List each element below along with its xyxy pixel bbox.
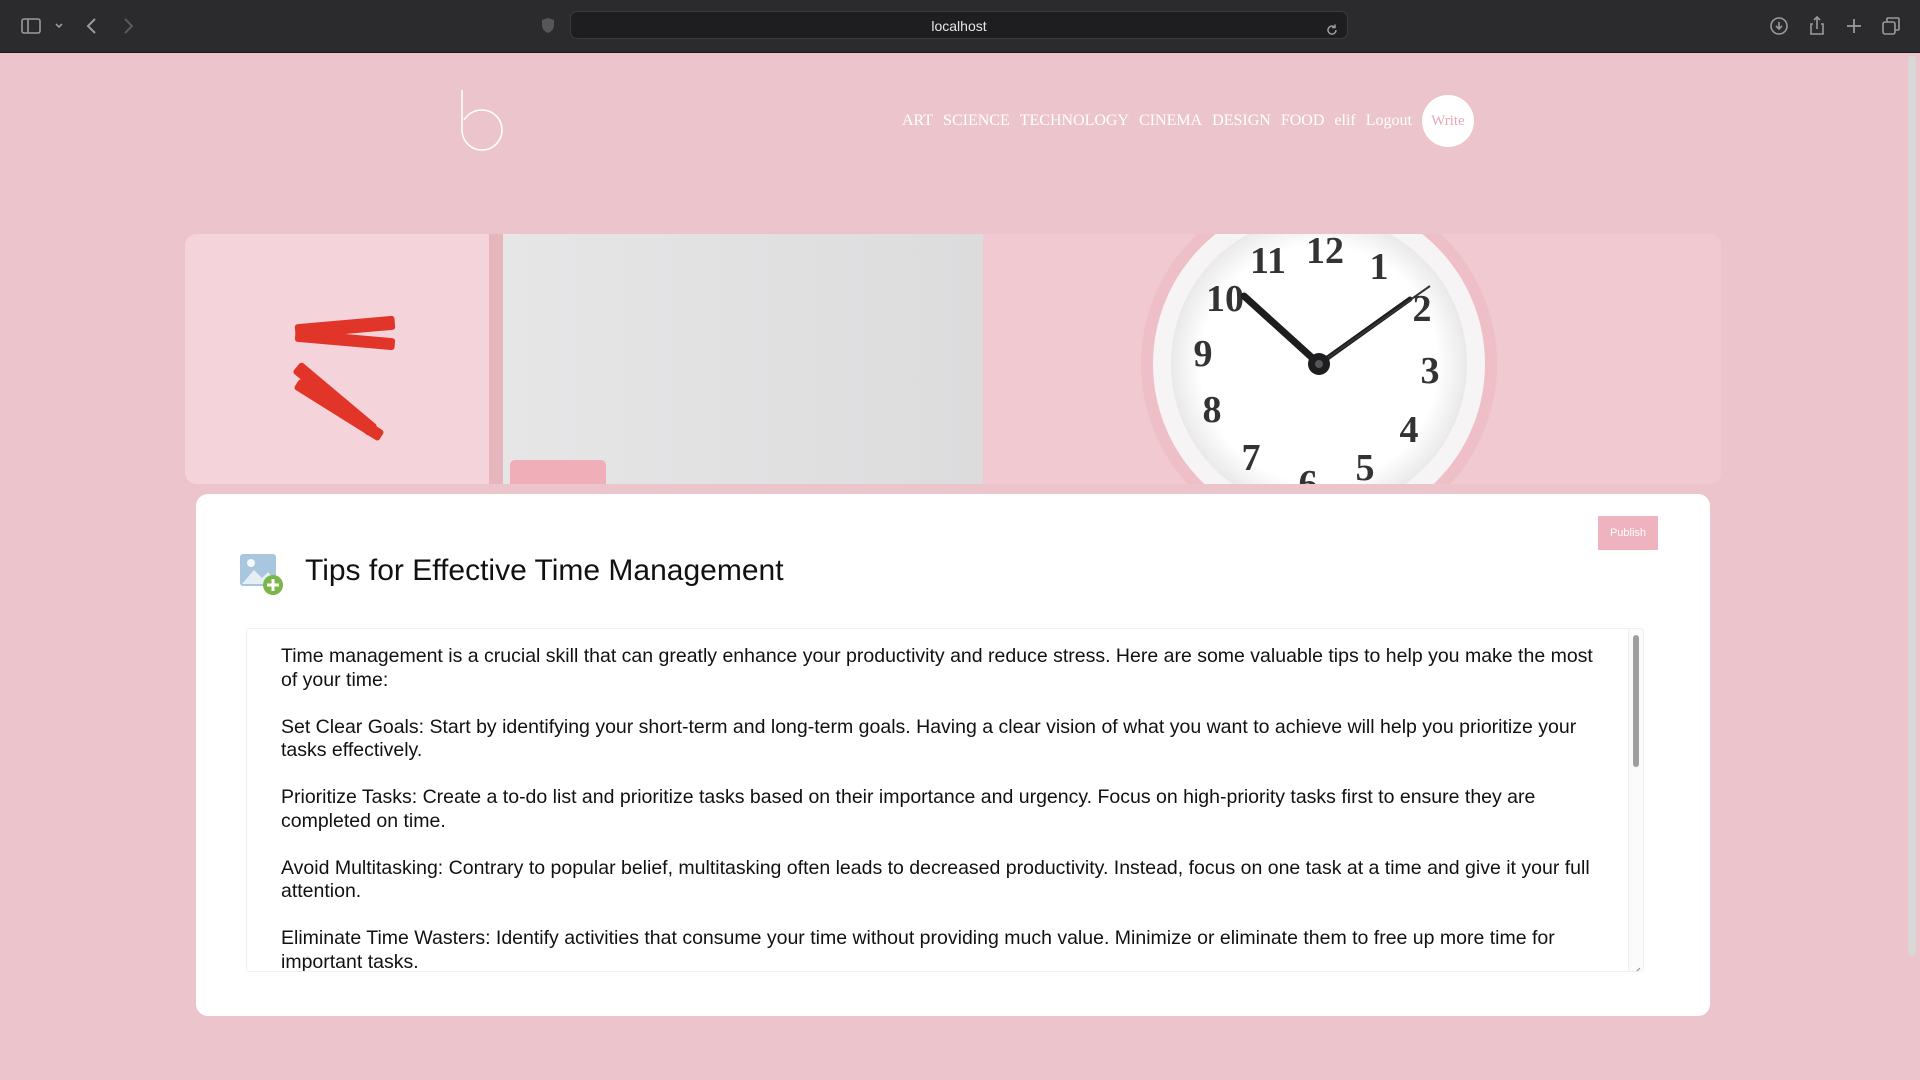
address-bar[interactable]: localhost [570, 11, 1348, 39]
chevron-down-icon[interactable] [47, 14, 63, 38]
clock-numeral: 1 [1370, 246, 1389, 288]
download-icon[interactable] [1767, 14, 1791, 38]
textarea-scrollbar-thumb[interactable] [1633, 635, 1639, 767]
textarea-scrollbar-track[interactable] [1628, 629, 1643, 971]
back-icon[interactable] [80, 14, 104, 38]
content-paragraph: Time management is a crucial skill that … [281, 645, 1593, 691]
sidebar-toggle-icon[interactable] [19, 14, 43, 38]
add-image-icon[interactable] [238, 552, 284, 596]
content-paragraph: Avoid Multitasking: Contrary to popular … [281, 856, 1590, 903]
share-icon[interactable] [1805, 14, 1829, 38]
nav-cinema[interactable]: CINEMA [1139, 112, 1202, 130]
clock-numeral: 8 [1203, 389, 1222, 431]
nav-art[interactable]: ART [902, 112, 933, 130]
editor-card: Publish Tips for Effective Time Manageme… [196, 494, 1710, 1016]
tab-overview-icon[interactable] [1879, 14, 1903, 38]
cover-image: 11 12 1 10 2 9 3 8 4 7 6 5 [185, 234, 1721, 484]
clock-numeral: 11 [1250, 240, 1286, 282]
top-nav: ART SCIENCE TECHNOLOGY CINEMA DESIGN FOO… [902, 95, 1484, 147]
nav-food[interactable]: FOOD [1281, 112, 1325, 130]
nav-science[interactable]: SCIENCE [943, 112, 1010, 130]
post-title-input[interactable]: Tips for Effective Time Management [305, 554, 784, 588]
clock-numeral: 5 [1356, 447, 1375, 484]
site-logo[interactable] [458, 88, 508, 152]
nav-design[interactable]: DESIGN [1212, 112, 1271, 130]
nav-username[interactable]: elif [1334, 112, 1355, 130]
forward-icon[interactable] [116, 14, 140, 38]
new-tab-icon[interactable] [1842, 14, 1866, 38]
content-paragraph: Eliminate Time Wasters: Identify activit… [281, 927, 1555, 972]
page-scrollbar[interactable] [1908, 56, 1916, 956]
address-text: localhost [931, 18, 987, 34]
nav-technology[interactable]: TECHNOLOGY [1020, 112, 1129, 130]
nav-logout[interactable]: Logout [1366, 112, 1412, 130]
clock-numeral: 9 [1194, 333, 1213, 375]
post-content-textarea[interactable]: Time management is a crucial skill that … [246, 628, 1644, 972]
reload-icon[interactable] [1325, 18, 1339, 35]
clock-numeral: 7 [1242, 437, 1261, 479]
clock-numeral: 6 [1299, 463, 1318, 484]
content-paragraph: Prioritize Tasks: Create a to-do list an… [281, 786, 1536, 832]
clock-numeral: 3 [1421, 350, 1440, 392]
clock-numeral: 4 [1400, 409, 1419, 451]
shield-icon[interactable] [536, 14, 560, 38]
clock-numeral: 10 [1206, 278, 1244, 320]
resize-handle-icon[interactable] [1631, 959, 1641, 971]
clock-numeral: 12 [1306, 234, 1344, 272]
clock-numeral: 2 [1413, 288, 1432, 330]
publish-button[interactable]: Publish [1598, 516, 1658, 550]
browser-toolbar: localhost [0, 0, 1920, 53]
write-button[interactable]: Write [1421, 95, 1474, 147]
content-paragraph: Set Clear Goals: Start by identifying yo… [281, 715, 1577, 762]
